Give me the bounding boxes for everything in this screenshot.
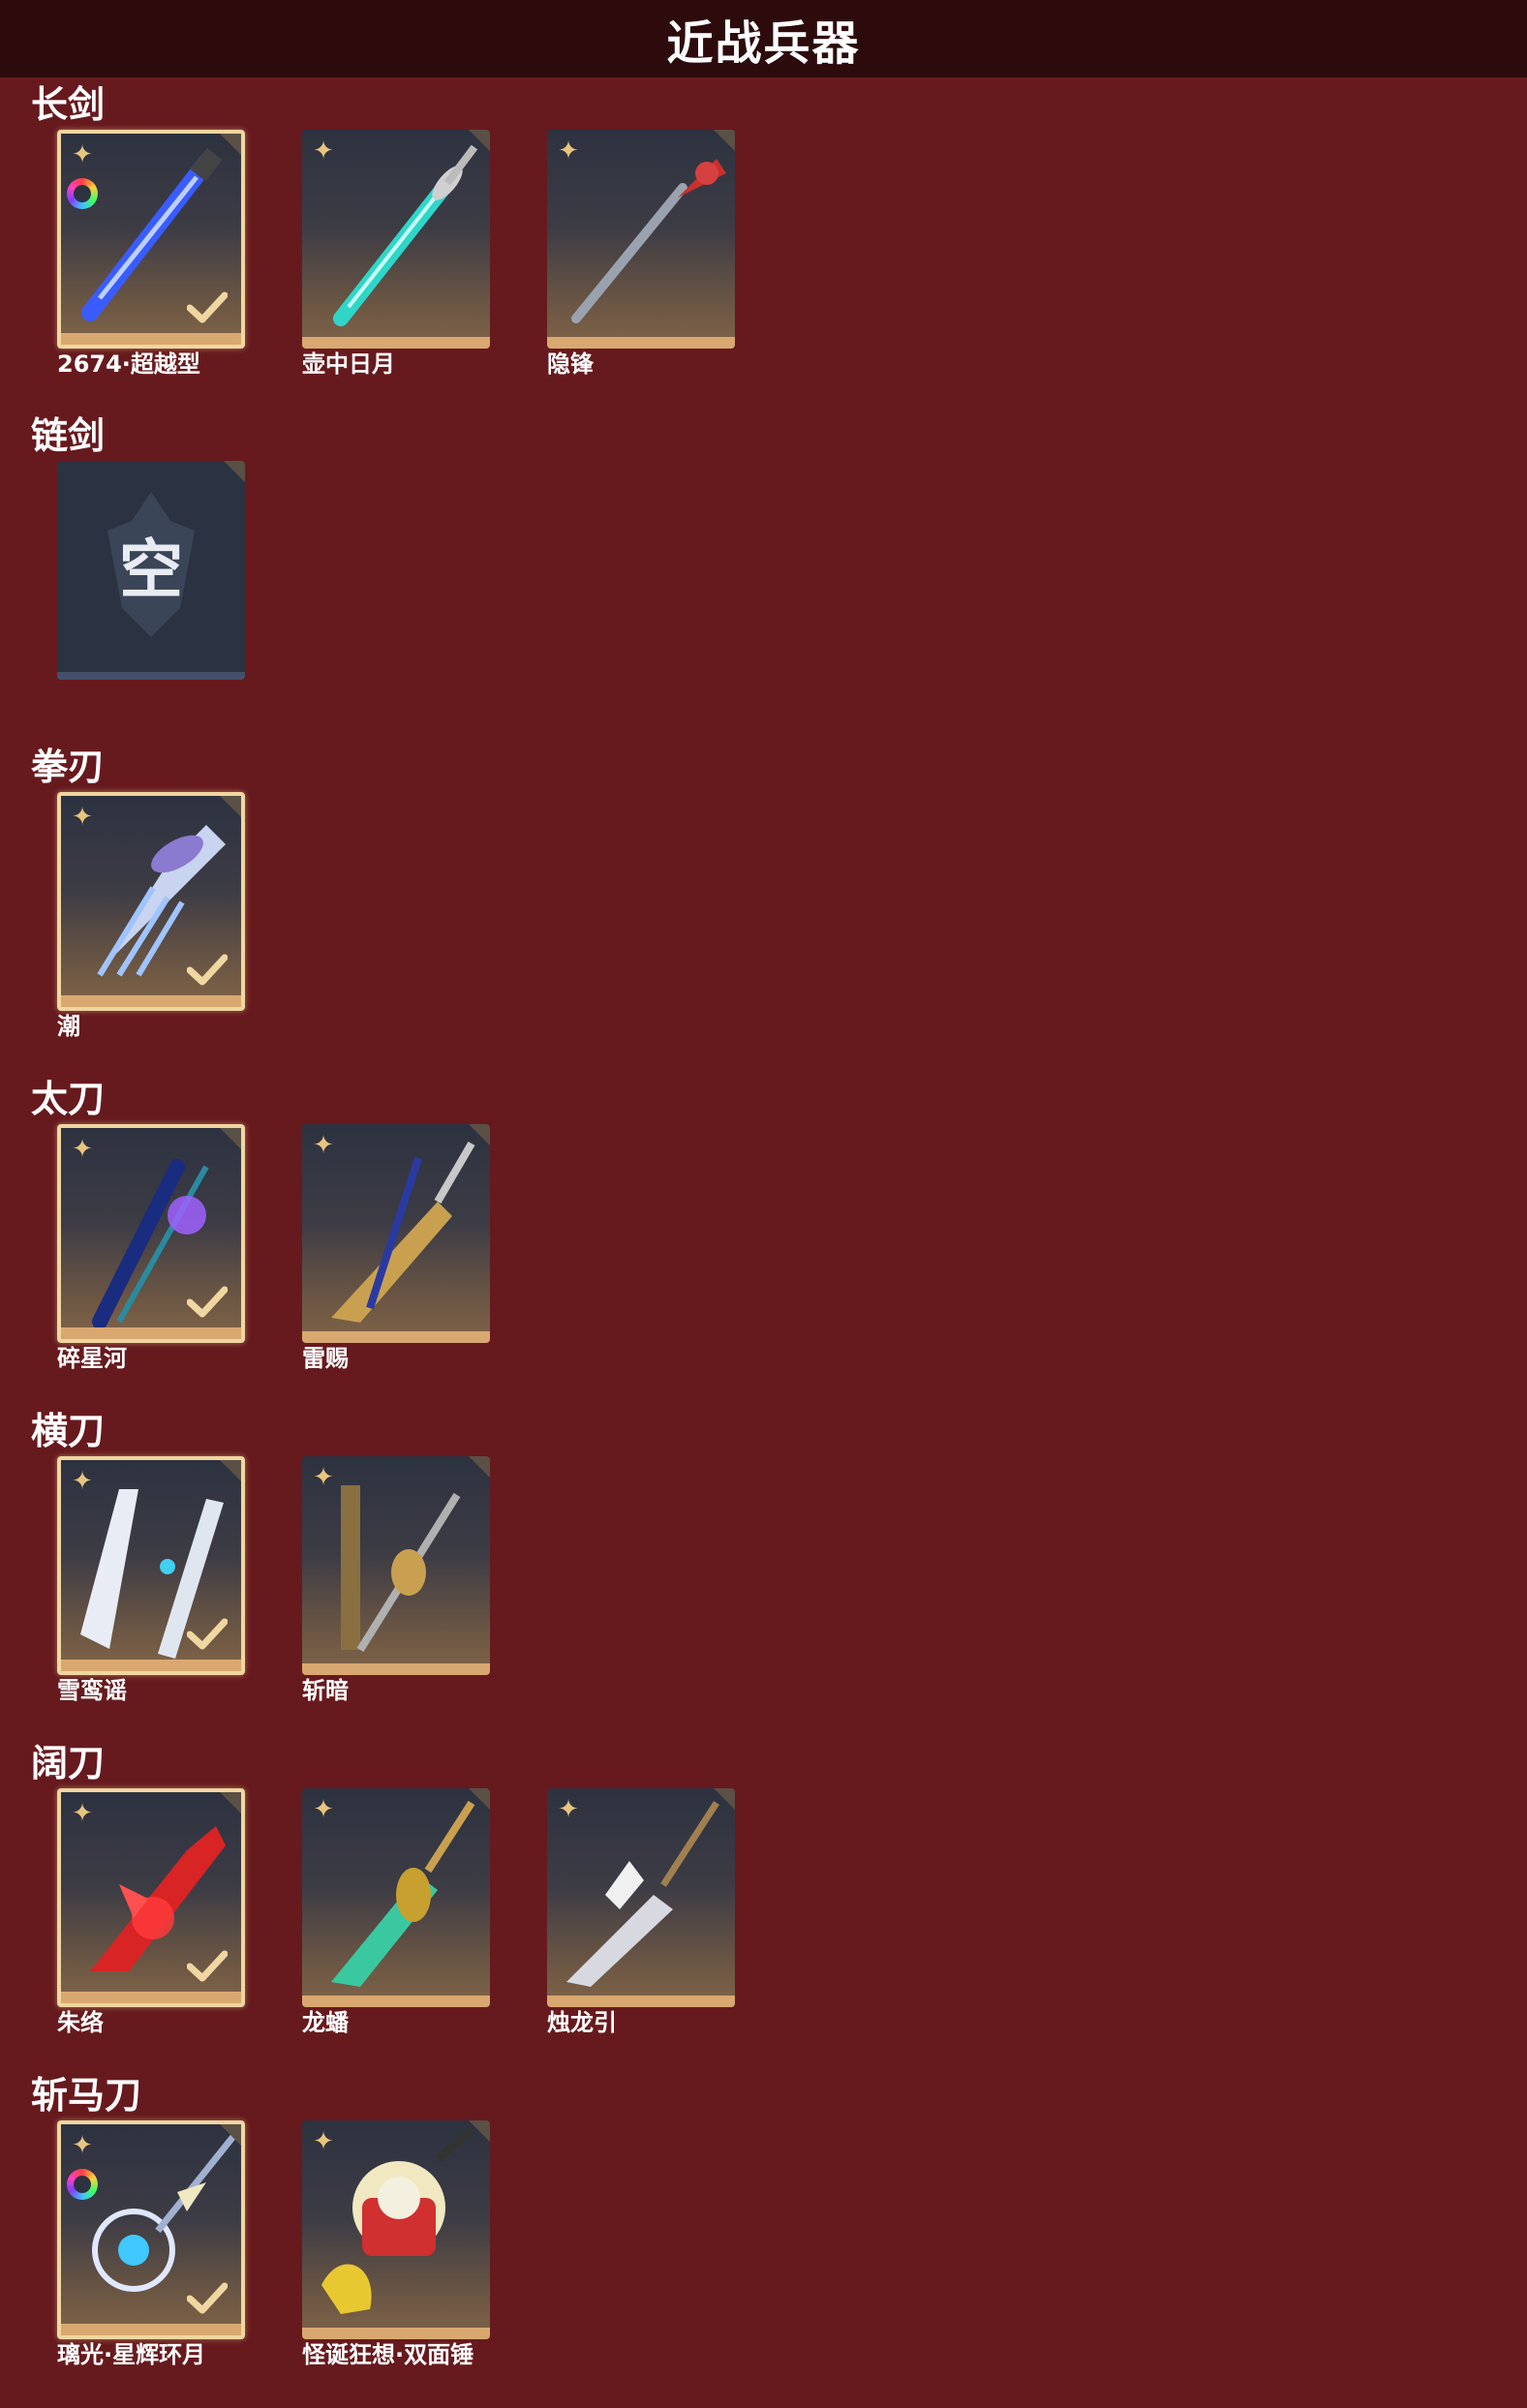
weapon-card[interactable]: ✦ <box>57 130 245 349</box>
weapon-card[interactable]: ✦ <box>302 1124 490 1343</box>
four-point-star-icon: ✦ <box>313 1795 334 1824</box>
weapon-name-label: 雪鸾谣 <box>57 1677 127 1704</box>
weapon-slot[interactable]: ✦ 壶中日月 <box>302 130 490 378</box>
check-icon <box>187 1950 228 1982</box>
weapon-section: 链剑空 <box>0 414 1527 715</box>
check-icon <box>187 291 228 323</box>
weapon-slot[interactable]: ✦ 隐锋 <box>547 130 735 378</box>
corner-tab-icon <box>469 1456 490 1478</box>
weapon-name-label: 雷赐 <box>302 1345 349 1372</box>
corner-tab-icon <box>469 1124 490 1145</box>
four-point-star-icon: ✦ <box>558 1795 579 1824</box>
weapon-slot[interactable]: ✦ 碎星河 <box>57 1124 245 1372</box>
four-point-star-icon: ✦ <box>72 140 93 169</box>
corner-tab-icon <box>714 1788 735 1810</box>
page-title: 近战兵器 <box>666 16 861 71</box>
weapon-name-label: 碎星河 <box>57 1345 127 1372</box>
page-header: 近战兵器 <box>0 0 1527 77</box>
weapon-slot[interactable]: ✦ 潮 <box>57 792 245 1040</box>
weapon-slot-empty[interactable]: 空 <box>57 461 245 709</box>
weapon-slot[interactable]: ✦ 龙蟠 <box>302 1788 490 2036</box>
check-icon <box>187 1286 228 1318</box>
section-title: 长剑 <box>31 83 106 126</box>
weapon-card[interactable]: 空 <box>57 461 245 680</box>
check-icon <box>187 954 228 986</box>
section-title: 太刀 <box>31 1078 106 1120</box>
weapon-section: 长剑 ✦ 2674·超越型 ✦ 壶中日月 ✦ 隐锋 <box>0 83 1527 383</box>
weapon-name-label: 潮 <box>57 1013 80 1040</box>
four-point-star-icon: ✦ <box>72 1135 93 1164</box>
four-point-star-icon: ✦ <box>313 137 334 166</box>
weapon-section: 阔刀 ✦ 朱络 ✦ 龙蟠 ✦ 烛龙引 <box>0 1742 1527 2042</box>
check-icon <box>187 2282 228 2314</box>
four-point-star-icon: ✦ <box>313 1463 334 1492</box>
section-title: 拳刃 <box>31 746 106 788</box>
weapon-slot[interactable]: ✦ 雪鸾谣 <box>57 1456 245 1704</box>
four-point-star-icon: ✦ <box>72 1467 93 1496</box>
section-title: 阔刀 <box>31 1742 106 1784</box>
corner-tab-icon <box>220 1128 241 1149</box>
weapon-slot[interactable]: ✦ 斩暗 <box>302 1456 490 1704</box>
weapon-name-label: 龙蟠 <box>302 2009 349 2036</box>
corner-tab-icon <box>714 130 735 151</box>
corner-tab-icon <box>469 2120 490 2142</box>
weapon-card[interactable]: ✦ <box>302 1788 490 2007</box>
corner-tab-icon <box>469 1788 490 1810</box>
weapon-card[interactable]: ✦ <box>302 1456 490 1675</box>
four-point-star-icon: ✦ <box>313 2127 334 2156</box>
weapon-name-label: 烛龙引 <box>547 2009 617 2036</box>
weapon-name-label: 怪诞狂想·双面锤 <box>302 2341 474 2368</box>
weapon-name-label: 璃光·星辉环月 <box>57 2341 206 2368</box>
weapon-section: 横刀 ✦ 雪鸾谣 ✦ 斩暗 <box>0 1410 1527 1710</box>
weapon-name-label: 壶中日月 <box>302 351 395 378</box>
section-title: 链剑 <box>31 414 106 457</box>
weapon-section: 斩马刀 ✦ 璃光·星辉环月 ✦ 怪诞狂想·双面锤 <box>0 2074 1527 2374</box>
weapon-card[interactable]: ✦ <box>57 2120 245 2339</box>
corner-tab-icon <box>220 134 241 155</box>
weapon-section: 太刀 ✦ 碎星河 ✦ 雷赐 <box>0 1078 1527 1378</box>
four-point-star-icon: ✦ <box>72 803 93 832</box>
corner-tab-icon <box>220 2124 241 2146</box>
weapon-slot[interactable]: ✦ 2674·超越型 <box>57 130 245 378</box>
corner-tab-icon <box>469 130 490 151</box>
weapon-name-label: 2674·超越型 <box>57 351 200 378</box>
color-wheel-icon <box>67 2169 98 2200</box>
four-point-star-icon: ✦ <box>313 1131 334 1160</box>
corner-tab-icon <box>220 796 241 817</box>
weapon-card[interactable]: ✦ <box>57 792 245 1011</box>
weapon-name-label: 斩暗 <box>302 1677 349 1704</box>
weapon-name-label: 隐锋 <box>547 351 594 378</box>
weapon-card[interactable]: ✦ <box>57 1124 245 1343</box>
four-point-star-icon: ✦ <box>72 2131 93 2160</box>
weapon-section: 拳刃 ✦ 潮 <box>0 746 1527 1046</box>
weapon-slot[interactable]: ✦ 雷赐 <box>302 1124 490 1372</box>
weapon-card[interactable]: ✦ <box>57 1456 245 1675</box>
section-title: 斩马刀 <box>31 2074 142 2117</box>
four-point-star-icon: ✦ <box>72 1799 93 1828</box>
weapon-card[interactable]: ✦ <box>302 130 490 349</box>
weapon-card[interactable]: ✦ <box>302 2120 490 2339</box>
corner-tab-icon <box>220 1792 241 1814</box>
weapon-slot[interactable]: ✦ 朱络 <box>57 1788 245 2036</box>
weapon-slot[interactable]: ✦ 璃光·星辉环月 <box>57 2120 245 2368</box>
corner-tab-icon <box>220 1460 241 1481</box>
weapon-card[interactable]: ✦ <box>547 1788 735 2007</box>
weapon-slot[interactable]: ✦ 烛龙引 <box>547 1788 735 2036</box>
color-wheel-icon <box>67 178 98 209</box>
weapon-name-label: 朱络 <box>57 2009 104 2036</box>
weapon-card[interactable]: ✦ <box>547 130 735 349</box>
section-title: 横刀 <box>31 1410 106 1452</box>
empty-slot-glyph: 空 <box>119 533 183 607</box>
corner-tab-icon <box>224 461 245 482</box>
weapon-slot[interactable]: ✦ 怪诞狂想·双面锤 <box>302 2120 490 2368</box>
weapon-card[interactable]: ✦ <box>57 1788 245 2007</box>
check-icon <box>187 1618 228 1650</box>
four-point-star-icon: ✦ <box>558 137 579 166</box>
